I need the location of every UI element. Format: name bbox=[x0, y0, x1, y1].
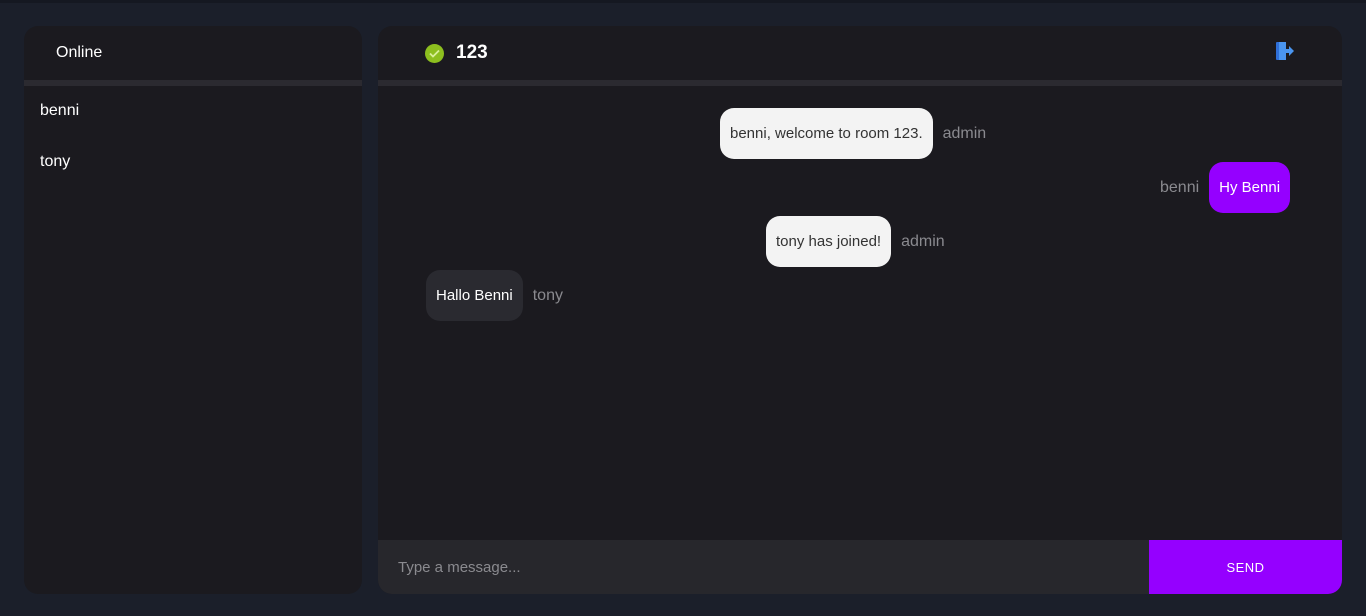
online-users-panel: Online benni tony bbox=[24, 26, 362, 594]
top-border bbox=[0, 0, 1366, 3]
chat-panel: 123 benni, welcome to room 123. admin be… bbox=[378, 26, 1342, 594]
message-row: benni, welcome to room 123. admin bbox=[720, 108, 986, 159]
room-name: 123 bbox=[456, 42, 488, 63]
chat-header: 123 bbox=[378, 26, 1342, 80]
exit-door-icon[interactable] bbox=[1275, 41, 1295, 61]
message-sender: admin bbox=[942, 124, 987, 142]
sidebar-title: Online bbox=[56, 44, 103, 61]
message-sender: admin bbox=[901, 232, 945, 250]
message-row: tony has joined! admin bbox=[766, 216, 945, 267]
user-item-benni[interactable]: benni bbox=[24, 100, 362, 151]
user-list: benni tony bbox=[24, 86, 362, 202]
message-list: benni, welcome to room 123. admin benni … bbox=[378, 86, 1342, 540]
online-check-icon bbox=[425, 44, 444, 63]
message-bubble: Hallo Benni bbox=[426, 270, 523, 321]
message-row: Hallo Benni tony bbox=[426, 270, 563, 321]
send-button[interactable]: SEND bbox=[1149, 540, 1342, 594]
message-sender: tony bbox=[532, 286, 563, 304]
message-composer: SEND bbox=[378, 540, 1342, 594]
message-bubble: tony has joined! bbox=[766, 216, 892, 267]
user-item-tony[interactable]: tony bbox=[24, 151, 362, 202]
message-input[interactable] bbox=[378, 540, 1149, 594]
message-sender: benni bbox=[1160, 178, 1200, 196]
message-bubble: Hy Benni bbox=[1209, 162, 1291, 213]
message-row-own: benni Hy Benni bbox=[1160, 162, 1291, 213]
message-bubble: benni, welcome to room 123. bbox=[720, 108, 933, 159]
sidebar-header: Online bbox=[24, 26, 362, 80]
